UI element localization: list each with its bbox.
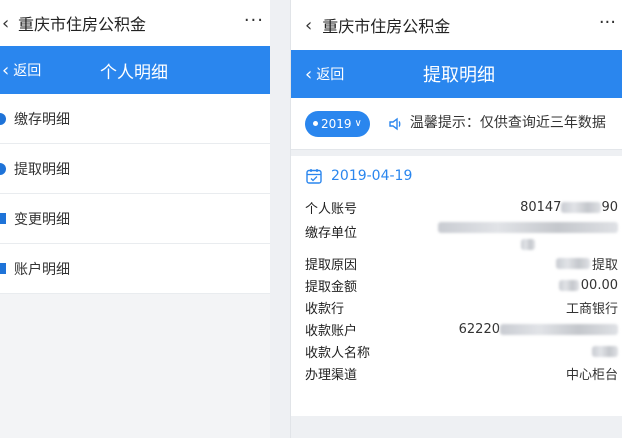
withdraw-detail-list: 个人账号 80147 90 缴存单位 提取原因 提取 提取金额 00.00 收款行… <box>291 196 622 388</box>
bullet-icon <box>0 213 6 224</box>
chevron-down-icon: ∨ <box>354 118 362 129</box>
field-value: 62220 <box>459 322 618 337</box>
dot-icon <box>313 121 318 126</box>
field-value <box>592 345 618 357</box>
screenshot-stage: ‹ 重庆市住房公积金 ··· ‹ 返回 个人明细 缴存明细 提取明细 变更明细 <box>0 0 622 438</box>
bullet-icon <box>0 263 6 274</box>
field-label: 收款行 <box>305 301 345 317</box>
left-back-label: 返回 <box>13 63 42 79</box>
field-withdraw-reason: 提取原因 提取 <box>305 252 622 274</box>
speaker-icon <box>388 116 404 132</box>
bullet-icon <box>0 112 6 125</box>
menu-item-change-detail[interactable]: 变更明细 <box>0 194 270 244</box>
field-channel: 办理渠道 中心柜台 <box>305 362 622 384</box>
record-date: 2019-04-19 <box>331 168 413 184</box>
empty-area <box>0 294 270 438</box>
right-phone-screen: ‹ 重庆市住房公积金 ··· ‹ 返回 提取明细 2019 ∨ 温馨提示：仅供查… <box>290 0 622 438</box>
field-withdraw-amount: 提取金额 00.00 <box>305 274 622 296</box>
field-payee-account: 收款账户 62220 <box>305 318 622 340</box>
field-value: 中心柜台 <box>565 367 618 383</box>
left-page-title: 个人明细 <box>100 62 168 83</box>
field-value <box>438 222 618 250</box>
field-label: 提取原因 <box>305 257 358 273</box>
field-value: 00.00 <box>558 278 618 293</box>
left-phone-screen: ‹ 重庆市住房公积金 ··· ‹ 返回 个人明细 缴存明细 提取明细 变更明细 <box>0 0 270 438</box>
field-personal-account: 个人账号 80147 90 <box>305 196 622 218</box>
filter-row: 2019 ∨ 温馨提示：仅供查询近三年数据 <box>291 98 622 150</box>
more-options-icon[interactable]: ··· <box>599 12 616 33</box>
chevron-left-icon: ‹ <box>305 63 313 85</box>
right-window-title: 重庆市住房公积金 <box>322 17 451 36</box>
notice-text: 温馨提示：仅供查询近三年数据 <box>409 115 606 131</box>
record-date-row: 2019-04-19 <box>291 156 622 196</box>
right-back-label: 返回 <box>316 67 345 83</box>
menu-item-withdraw-detail[interactable]: 提取明细 <box>0 144 270 194</box>
more-options-icon[interactable]: ··· <box>244 10 264 31</box>
field-label: 办理渠道 <box>305 367 358 383</box>
field-label: 收款账户 <box>305 323 358 339</box>
field-label: 提取金额 <box>305 279 358 295</box>
left-window-title: 重庆市住房公积金 <box>18 15 147 34</box>
chevron-left-icon: ‹ <box>2 59 10 81</box>
field-value: 提取 <box>555 254 618 273</box>
field-value: 工商银行 <box>565 301 618 317</box>
field-payee-bank: 收款行 工商银行 <box>305 296 622 318</box>
year-value: 2019 <box>321 116 352 131</box>
year-select[interactable]: 2019 ∨ <box>305 110 370 137</box>
detail-menu: 缴存明细 提取明细 变更明细 账户明细 <box>0 94 270 294</box>
right-back-button[interactable]: ‹ 返回 <box>291 64 344 85</box>
right-page-title: 提取明细 <box>423 65 495 86</box>
left-nav-bar: ‹ 返回 个人明细 <box>0 46 270 94</box>
field-value: 80147 90 <box>520 199 618 215</box>
right-title-bar: ‹ 重庆市住房公积金 ··· <box>291 0 622 50</box>
field-payee-name: 收款人名称 <box>305 340 622 362</box>
close-chevron-icon[interactable]: ‹ <box>2 13 16 34</box>
calendar-icon <box>306 169 322 184</box>
menu-item-label: 提取明细 <box>14 161 70 178</box>
left-back-button[interactable]: ‹ 返回 <box>0 60 41 81</box>
menu-item-label: 账户明细 <box>14 261 70 278</box>
bullet-icon <box>0 162 6 175</box>
menu-item-label: 变更明细 <box>14 211 70 228</box>
field-label: 个人账号 <box>305 201 358 217</box>
bottom-gap <box>291 416 622 438</box>
right-nav-bar: ‹ 返回 提取明细 <box>291 50 622 98</box>
menu-item-deposit-detail[interactable]: 缴存明细 <box>0 94 270 144</box>
close-chevron-icon[interactable]: ‹ <box>305 15 312 36</box>
field-label: 缴存单位 <box>305 226 358 241</box>
field-employer: 缴存单位 <box>305 218 622 252</box>
menu-item-account-detail[interactable]: 账户明细 <box>0 244 270 294</box>
left-title-bar: ‹ 重庆市住房公积金 ··· <box>0 0 270 46</box>
field-label: 收款人名称 <box>305 345 371 361</box>
menu-item-label: 缴存明细 <box>14 111 70 128</box>
